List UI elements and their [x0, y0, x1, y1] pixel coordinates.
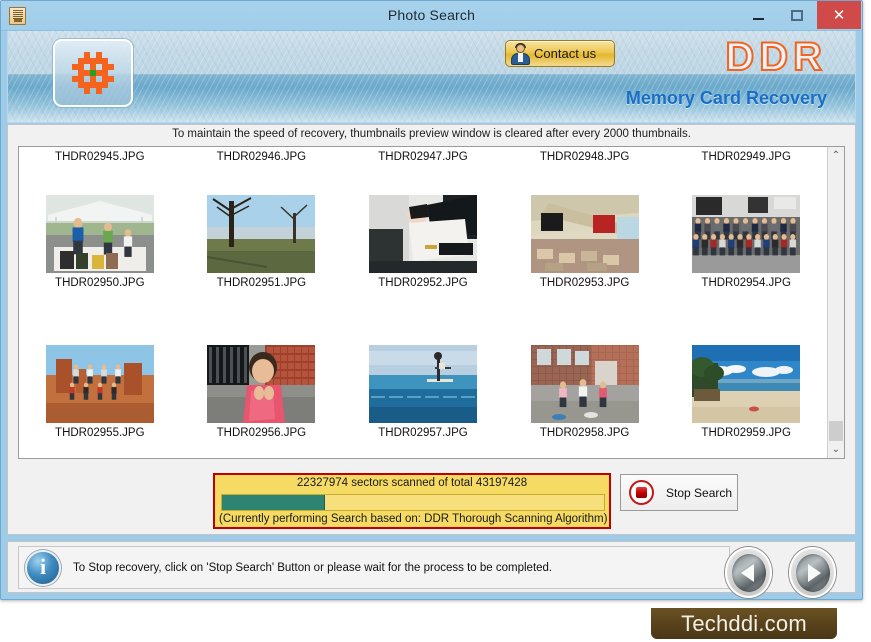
large-group-portrait-thumbnail[interactable] [692, 195, 800, 273]
paddleboarder-on-sea-thumbnail[interactable] [369, 345, 477, 423]
scrollbar-thumb[interactable] [829, 421, 843, 441]
thumbnail-label: THDR02954.JPG [701, 277, 790, 289]
thumbnail-item[interactable]: THDR02956.JPG [181, 345, 343, 458]
minimize-button[interactable] [738, 1, 778, 30]
group-at-red-rock-desert-thumbnail[interactable] [46, 345, 154, 423]
thumbnail-label: THDR02950.JPG [55, 277, 144, 289]
thumbnail-label: THDR02953.JPG [540, 277, 629, 289]
thumbnail-item[interactable]: THDR02955.JPG [19, 345, 181, 458]
thumbnail-scrollbar[interactable]: ⌃ ⌄ [827, 147, 844, 458]
thumbnail-item[interactable]: THDR02949.JPG [665, 147, 827, 167]
contact-us-button[interactable]: Contact us [505, 40, 615, 67]
thumbnail-label: THDR02948.JPG [540, 151, 629, 163]
status-message-container: i To Stop recovery, click on 'Stop Searc… [18, 546, 730, 589]
thumbnail-label: THDR02949.JPG [701, 151, 790, 163]
thumbnail-item[interactable]: THDR02947.JPG [342, 147, 504, 167]
scan-algorithm-label: (Currently performing Search based on: D… [219, 513, 607, 525]
stop-square-icon [629, 480, 654, 505]
thumbnail-label: THDR02951.JPG [217, 277, 306, 289]
info-icon: i [25, 550, 61, 586]
contact-us-label: Contact us [534, 46, 596, 61]
product-name: Memory Card Recovery [626, 88, 827, 109]
thumbnail-label: THDR02947.JPG [378, 151, 467, 163]
thumbnail-row: THDR02955.JPG THDR02956.JPG THDR02957.JPG T… [19, 345, 827, 458]
thumbnail-label: THDR02955.JPG [55, 427, 144, 439]
beach-with-blue-sky-thumbnail[interactable] [692, 345, 800, 423]
thumbnail-label: THDR02952.JPG [378, 277, 467, 289]
thumbnail-row: THDR02950.JPG THDR02951.JPG THDR02952.JPG T… [19, 195, 827, 345]
application-window: Photo Search ✕ Contact us DDR Memory Car… [0, 0, 863, 600]
techddi-watermark: Techddi.com [651, 608, 837, 639]
window-title: Photo Search [1, 7, 862, 23]
close-button[interactable]: ✕ [817, 1, 861, 29]
thumbnail-rows: THDR02950.JPG THDR02951.JPG THDR02952.JPG T… [19, 195, 827, 458]
thumbnail-label: THDR02945.JPG [55, 151, 144, 163]
arrow-left-icon [732, 554, 766, 592]
woman-reclining-on-sofa-thumbnail[interactable] [369, 195, 477, 273]
maximize-icon [791, 10, 803, 21]
thumbnail-item[interactable]: THDR02957.JPG [342, 345, 504, 458]
close-icon: ✕ [833, 8, 846, 23]
title-bar: Photo Search ✕ [1, 1, 862, 31]
stop-search-label: Stop Search [666, 486, 732, 500]
flower-pattern-icon [72, 52, 114, 94]
next-button[interactable] [789, 547, 836, 598]
brand-banner: Contact us DDR Memory Card Recovery [7, 31, 856, 123]
thumbnail-item[interactable]: THDR02950.JPG [19, 195, 181, 345]
thumbnail-item[interactable]: THDR02958.JPG [504, 345, 666, 458]
thumbnail-item[interactable]: THDR02953.JPG [504, 195, 666, 345]
thumbnail-item[interactable]: THDR02959.JPG [665, 345, 827, 458]
scroll-down-icon[interactable]: ⌄ [828, 441, 844, 458]
thumbnail-label: THDR02957.JPG [378, 427, 467, 439]
scan-progress-bar [221, 494, 605, 511]
thumbnail-list-panel[interactable]: THDR02945.JPG THDR02946.JPG THDR02947.JPG T… [18, 146, 845, 459]
minimize-icon [753, 18, 764, 20]
thumbnail-item[interactable]: THDR02952.JPG [342, 195, 504, 345]
thumbnail-item[interactable]: THDR02948.JPG [504, 147, 666, 167]
conference-hall-interior-thumbnail[interactable] [531, 195, 639, 273]
scan-progress-fill [222, 495, 325, 510]
content-panel: To maintain the speed of recovery, thumb… [7, 124, 856, 535]
thumbnail-item[interactable]: THDR02954.JPG [665, 195, 827, 345]
sectors-scanned-label: 22327974 sectors scanned of total 431974… [215, 477, 609, 489]
ddr-wordmark: DDR [725, 35, 827, 80]
user-avatar-icon [509, 43, 531, 65]
girl-in-pink-shirt-thumbnail[interactable] [207, 345, 315, 423]
status-message: To Stop recovery, click on 'Stop Search'… [73, 562, 552, 574]
thumbnail-item[interactable]: THDR02951.JPG [181, 195, 343, 345]
maximize-button[interactable] [778, 1, 816, 30]
thumbnail-label: THDR02956.JPG [217, 427, 306, 439]
scroll-up-icon[interactable]: ⌃ [828, 147, 844, 164]
thumbnail-label: THDR02946.JPG [217, 151, 306, 163]
thumbnail-label: THDR02958.JPG [540, 427, 629, 439]
stop-search-button[interactable]: Stop Search [620, 474, 738, 511]
notice-text: To maintain the speed of recovery, thumb… [8, 125, 855, 144]
ddr-flower-logo [53, 39, 133, 107]
thumbnail-item[interactable]: THDR02945.JPG [19, 147, 181, 167]
back-button[interactable] [725, 547, 772, 598]
thumbnail-top-label-row: THDR02945.JPG THDR02946.JPG THDR02947.JPG T… [19, 147, 827, 167]
thumbnail-label: THDR02959.JPG [701, 427, 790, 439]
farmers-market-stall-thumbnail[interactable] [46, 195, 154, 273]
thumbnail-scroll-area: THDR02945.JPG THDR02946.JPG THDR02947.JPG T… [19, 147, 827, 458]
arrow-right-icon [796, 554, 830, 592]
children-playing-by-brick-house-thumbnail[interactable] [531, 345, 639, 423]
thumbnail-item[interactable]: THDR02946.JPG [181, 147, 343, 167]
techddi-label: Techddi.com [681, 611, 807, 637]
scan-progress-box: 22327974 sectors scanned of total 431974… [213, 473, 611, 529]
lakeside-bare-tree-thumbnail[interactable] [207, 195, 315, 273]
